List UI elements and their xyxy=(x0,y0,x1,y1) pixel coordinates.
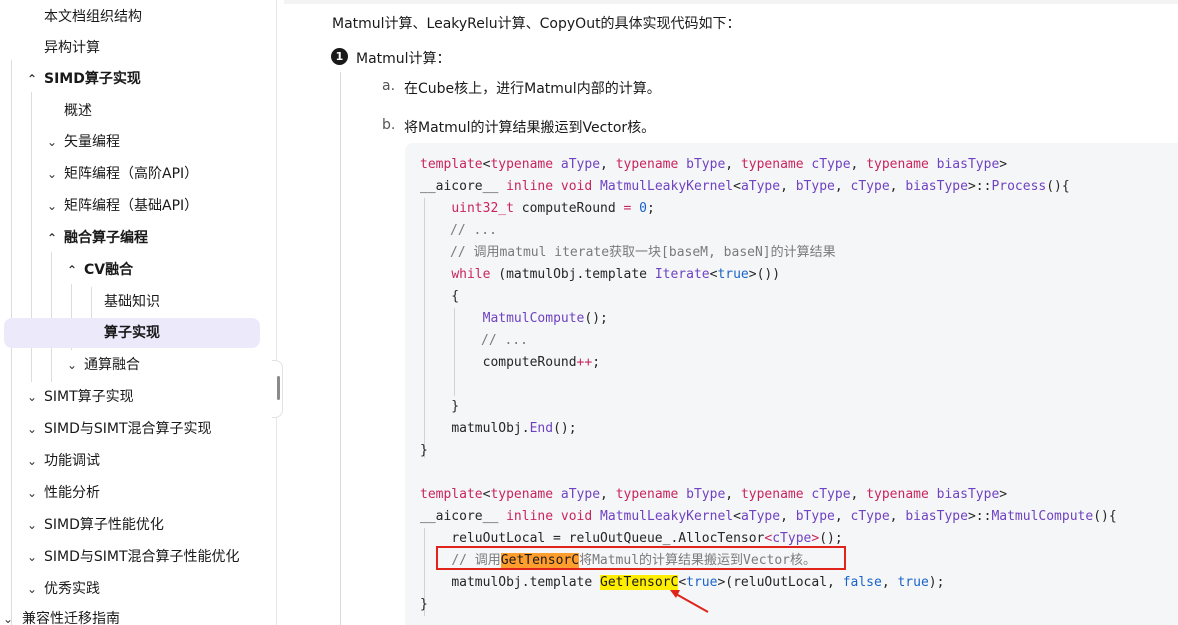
sidebar-item-comm-compute-fusion[interactable]: ⌄ 通算融合 xyxy=(4,350,260,380)
code-line: MatmulCompute(); xyxy=(482,311,608,326)
annotation-box xyxy=(436,546,846,570)
code-line: } xyxy=(420,399,460,414)
sidebar-item-fused-operator[interactable]: ⌃ 融合算子编程 xyxy=(4,223,260,253)
substep-marker: b. xyxy=(382,117,396,133)
main-content: Matmul计算、LeakyRelu计算、CopyOut的具体实现代码如下： 1… xyxy=(284,0,1178,625)
chevron-down-icon[interactable]: ⌄ xyxy=(26,446,38,476)
substep-text: 将Matmul的计算结果搬运到Vector核。 xyxy=(404,120,656,136)
chevron-down-icon[interactable]: ⌄ xyxy=(46,159,58,189)
chevron-down-icon[interactable]: ⌄ xyxy=(26,542,38,572)
sidebar-resize-handle[interactable] xyxy=(272,360,284,418)
sidebar-item-operator-impl[interactable]: 算子实现 xyxy=(4,318,260,348)
top-divider xyxy=(284,0,1178,4)
sidebar-item-simd-simt-perf-opt[interactable]: ⌄ SIMD与SIMT混合算子性能优化 xyxy=(4,542,260,572)
sidebar-item-overview[interactable]: 概述 xyxy=(4,96,260,126)
sidebar-item-heterogeneous-compute[interactable]: 异构计算 xyxy=(4,33,260,63)
chevron-up-icon[interactable]: ⌃ xyxy=(26,64,38,94)
sidebar-item-matrix-basic-api[interactable]: ⌄ 矩阵编程（基础API） xyxy=(4,191,260,221)
code-line: template<typename aType, typename bType,… xyxy=(420,487,1008,502)
step-number-badge: 1 xyxy=(331,48,348,65)
sidebar-item-debugging[interactable]: ⌄ 功能调试 xyxy=(4,446,260,476)
chevron-down-icon[interactable]: ⌄ xyxy=(66,350,78,380)
code-line: template<typename aType, typename bType,… xyxy=(420,157,1008,172)
chevron-up-icon[interactable]: ⌃ xyxy=(46,223,58,253)
code-comment: // ... xyxy=(450,223,497,238)
code-line: { xyxy=(420,289,460,304)
code-line: while (matmulObj.template Iterate<true>(… xyxy=(451,267,781,282)
sidebar-item-simd-simt-mixed[interactable]: ⌄ SIMD与SIMT混合算子实现 xyxy=(4,414,260,444)
chevron-up-icon[interactable]: ⌃ xyxy=(66,255,78,285)
sidebar-item-vector-programming[interactable]: ⌄ 矢量编程 xyxy=(4,127,260,157)
substep-marker: a. xyxy=(382,78,396,94)
chevron-down-icon[interactable]: ⌄ xyxy=(26,510,38,540)
chevron-down-icon[interactable]: ⌄ xyxy=(46,127,58,157)
code-line: } xyxy=(420,443,428,458)
sidebar-item-migration-guide[interactable]: ⌄ 兼容性迁移指南 xyxy=(0,604,256,625)
chevron-down-icon[interactable]: ⌄ xyxy=(46,191,58,221)
sidebar-item-simd-perf-opt[interactable]: ⌄ SIMD算子性能优化 xyxy=(4,510,260,540)
sidebar-item-basics[interactable]: 基础知识 xyxy=(4,287,260,317)
chevron-down-icon[interactable]: ⌄ xyxy=(26,382,38,412)
sidebar-item-perf-analysis[interactable]: ⌄ 性能分析 xyxy=(4,478,260,508)
step-title: Matmul计算： xyxy=(356,51,451,67)
sidebar-item-simt-operator[interactable]: ⌄ SIMT算子实现 xyxy=(4,382,260,412)
chevron-down-icon[interactable]: ⌄ xyxy=(26,478,38,508)
sidebar-item-matrix-high-api[interactable]: ⌄ 矩阵编程（高阶API） xyxy=(4,159,260,189)
code-comment: // ... xyxy=(481,333,528,348)
grip-icon xyxy=(277,376,280,400)
chevron-down-icon[interactable]: ⌄ xyxy=(2,604,14,625)
code-line: matmulObj.End(); xyxy=(451,421,577,436)
code-line: __aicore__ inline void MatmulLeakyKernel… xyxy=(420,179,1070,194)
code-line: } xyxy=(420,597,428,612)
annotation-arrow-icon xyxy=(670,590,709,613)
chevron-down-icon[interactable]: ⌄ xyxy=(26,414,38,444)
substep-text: 在Cube核上，进行Matmul内部的计算。 xyxy=(404,81,661,97)
code-comment: // 调用matmul iterate获取一块[baseM, baseN]的计算… xyxy=(450,245,836,260)
sidebar-item-cv-fusion[interactable]: ⌃ CV融合 xyxy=(4,255,260,285)
sidebar-item-doc-structure[interactable]: 本文档组织结构 xyxy=(4,2,260,32)
chevron-down-icon[interactable]: ⌄ xyxy=(26,574,38,604)
code-line: computeRound++; xyxy=(482,355,601,370)
step-guide-line xyxy=(340,72,341,625)
code-line: __aicore__ inline void MatmulLeakyKernel… xyxy=(420,509,1117,524)
sidebar-nav: 本文档组织结构 异构计算 ⌃ SIMD算子实现 概述 ⌄ 矢量编程 ⌄ 矩阵编程… xyxy=(0,0,277,625)
sidebar-item-simd-operator[interactable]: ⌃ SIMD算子实现 xyxy=(4,64,260,94)
sidebar-item-best-practices[interactable]: ⌄ 优秀实践 xyxy=(4,574,260,604)
code-line: uint32_t computeRound = 0; xyxy=(451,201,655,216)
intro-paragraph: Matmul计算、LeakyRelu计算、CopyOut的具体实现代码如下： xyxy=(332,16,741,32)
